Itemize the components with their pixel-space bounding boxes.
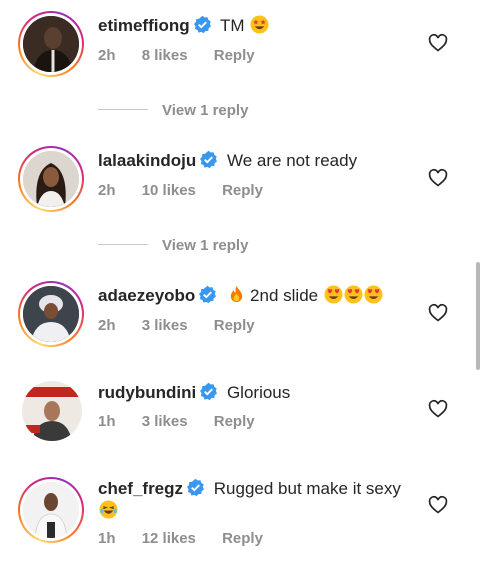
avatar[interactable]: [18, 146, 84, 212]
comment-text: 2nd slide: [250, 286, 319, 305]
comment-likes[interactable]: 3 likes: [142, 413, 188, 430]
heart-outline-icon[interactable]: [428, 399, 448, 419]
scrollbar[interactable]: [476, 262, 480, 370]
comment-likes[interactable]: 12 likes: [142, 530, 196, 547]
comment-time: 1h: [98, 530, 116, 547]
laughing-emoji-icon: [99, 500, 118, 519]
reply-button[interactable]: Reply: [214, 47, 255, 64]
reply-button[interactable]: Reply: [214, 317, 255, 334]
comment-likes[interactable]: 8 likes: [142, 47, 188, 64]
heart-eyes-emoji-icon: [364, 285, 383, 304]
verified-badge-icon: [193, 15, 211, 34]
comment-time: 2h: [98, 317, 116, 334]
comment-time: 1h: [98, 413, 116, 430]
view-replies-button[interactable]: View 1 reply: [98, 237, 248, 254]
heart-outline-icon[interactable]: [428, 495, 448, 515]
comment-username[interactable]: rudybundini: [98, 383, 196, 402]
comment-likes[interactable]: 10 likes: [142, 182, 196, 199]
comment-text: Rugged but make it sexy: [213, 479, 401, 498]
comment-time: 2h: [98, 47, 116, 64]
heart-eyes-emoji-icon: [344, 285, 363, 304]
heart-outline-icon[interactable]: [428, 303, 448, 323]
comment-text: Glorious: [226, 383, 291, 402]
avatar[interactable]: [18, 477, 84, 543]
heart-eyes-emoji-icon: [324, 285, 343, 304]
avatar[interactable]: [22, 381, 82, 441]
verified-badge-icon: [187, 478, 204, 497]
avatar[interactable]: [18, 11, 84, 77]
reply-button[interactable]: Reply: [222, 182, 263, 199]
view-replies-button[interactable]: View 1 reply: [98, 102, 248, 119]
avatar[interactable]: [18, 281, 84, 347]
star-struck-emoji-icon: [250, 15, 269, 34]
reply-button[interactable]: Reply: [222, 530, 263, 547]
comment-username[interactable]: etimeffiong: [98, 16, 190, 35]
comment-username[interactable]: adaezeyobo: [98, 286, 195, 305]
verified-badge-icon: [200, 150, 218, 169]
heart-outline-icon[interactable]: [428, 168, 448, 188]
reply-button[interactable]: Reply: [214, 413, 255, 430]
comment-username[interactable]: lalaakindoju: [98, 151, 196, 170]
fire-emoji-icon: [230, 285, 243, 303]
comment-time: 2h: [98, 182, 116, 199]
heart-outline-icon[interactable]: [428, 33, 448, 53]
verified-badge-icon: [199, 285, 217, 304]
comment-likes[interactable]: 3 likes: [142, 317, 188, 334]
verified-badge-icon: [200, 382, 218, 401]
comment-text: TM: [220, 16, 245, 35]
comment-text: We are not ready: [226, 151, 358, 170]
comment-username[interactable]: chef_fregz: [98, 479, 183, 498]
